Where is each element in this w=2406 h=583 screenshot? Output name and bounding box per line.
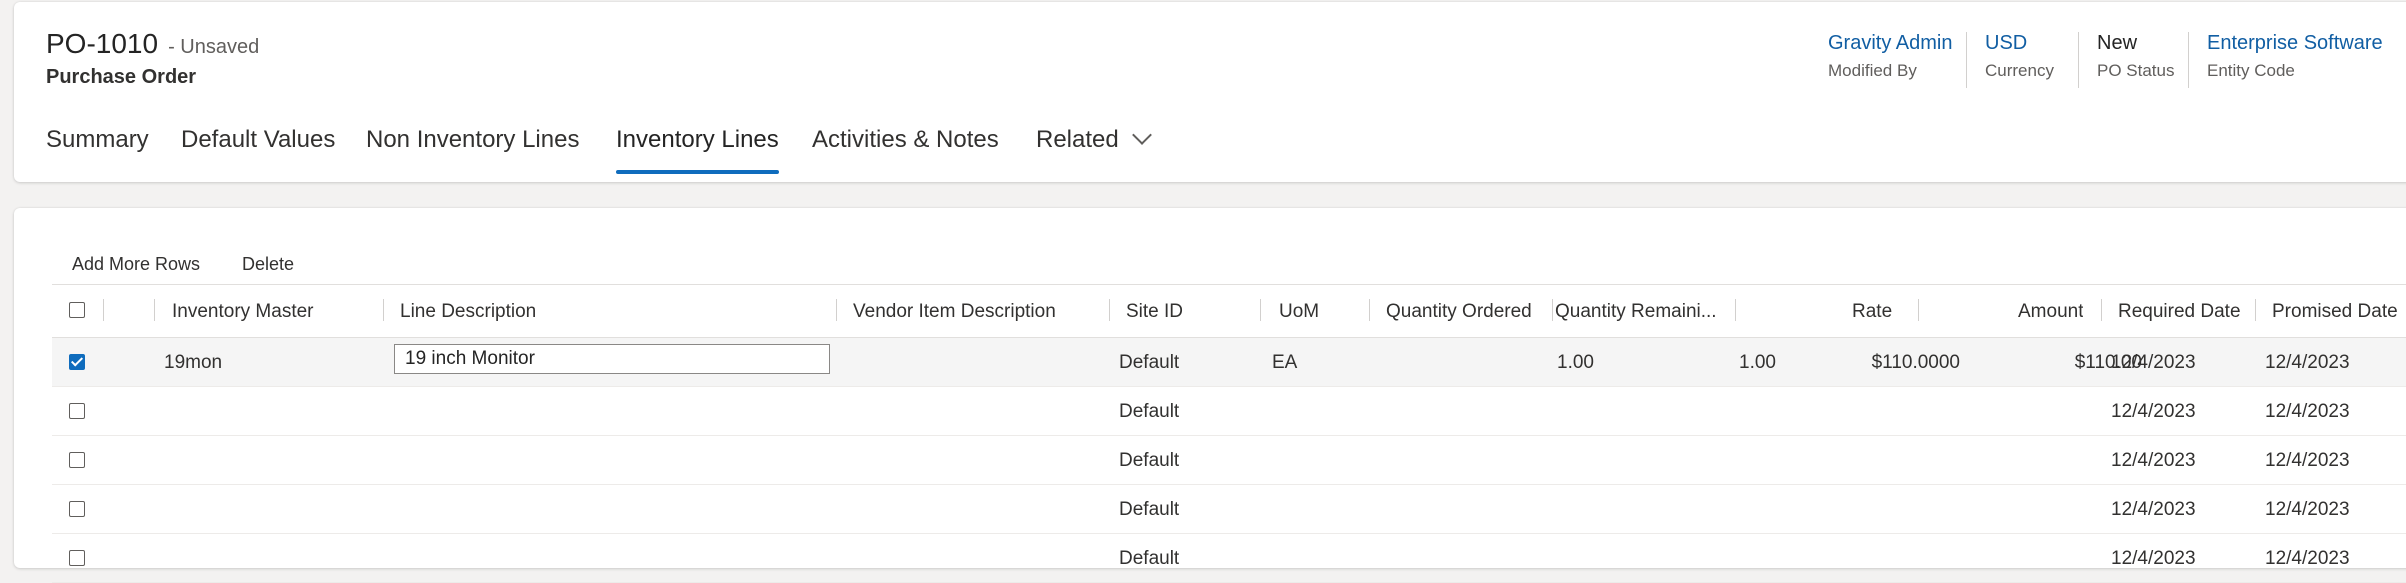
line-description-input[interactable]: 19 inch Monitor bbox=[394, 344, 830, 374]
quantity-ordered-cell[interactable]: 1.00 bbox=[1432, 352, 1594, 374]
tab-related-label: Related bbox=[1036, 126, 1119, 153]
row-checkbox[interactable] bbox=[69, 452, 85, 468]
inventory-lines-grid: Inventory Master Line Description Vendor… bbox=[52, 284, 2406, 583]
select-all-checkbox[interactable] bbox=[69, 302, 85, 318]
modified-by-value[interactable]: Gravity Admin bbox=[1828, 32, 1952, 55]
column-divider bbox=[1552, 299, 1553, 321]
promised-date-cell[interactable]: 12/4/2023 bbox=[2265, 352, 2350, 374]
column-divider bbox=[1735, 299, 1736, 321]
table-row[interactable]: Default 12/4/2023 12/4/2023 bbox=[52, 534, 2406, 583]
column-header-uom[interactable]: UoM bbox=[1279, 301, 1319, 323]
tab-summary[interactable]: Summary bbox=[46, 126, 149, 174]
site-id-cell[interactable]: Default bbox=[1119, 548, 1179, 570]
currency-value[interactable]: USD bbox=[1985, 32, 2054, 55]
column-divider bbox=[1918, 299, 1919, 321]
table-row[interactable]: Default 12/4/2023 12/4/2023 bbox=[52, 436, 2406, 485]
column-divider bbox=[2255, 299, 2256, 321]
record-title-row: PO-1010 - Unsaved bbox=[46, 28, 259, 60]
column-header-line-description[interactable]: Line Description bbox=[400, 301, 536, 323]
grid-header-row: Inventory Master Line Description Vendor… bbox=[52, 285, 2406, 338]
required-date-cell[interactable]: 12/4/2023 bbox=[2111, 548, 2196, 570]
table-row[interactable]: Default 12/4/2023 12/4/2023 bbox=[52, 485, 2406, 534]
rate-cell[interactable]: $110.0000 bbox=[1752, 352, 1960, 374]
row-checkbox[interactable] bbox=[69, 354, 85, 370]
entity-code-value[interactable]: Enterprise Software bbox=[2207, 32, 2383, 55]
required-date-cell[interactable]: 12/4/2023 bbox=[2111, 401, 2196, 423]
column-divider bbox=[1260, 299, 1261, 321]
site-id-cell[interactable]: Default bbox=[1119, 450, 1179, 472]
inventory-master-cell[interactable]: 19mon bbox=[164, 352, 222, 374]
column-header-rate[interactable]: Rate bbox=[1852, 301, 1892, 323]
site-id-cell[interactable]: Default bbox=[1119, 352, 1179, 374]
tab-default-values[interactable]: Default Values bbox=[181, 126, 335, 174]
tab-activities-notes[interactable]: Activities & Notes bbox=[812, 126, 999, 174]
promised-date-cell[interactable]: 12/4/2023 bbox=[2265, 401, 2350, 423]
po-status-value: New bbox=[2097, 32, 2138, 54]
promised-date-cell[interactable]: 12/4/2023 bbox=[2265, 450, 2350, 472]
modified-by-label: Modified By bbox=[1828, 61, 1917, 80]
column-divider bbox=[2101, 299, 2102, 321]
required-date-cell[interactable]: 12/4/2023 bbox=[2111, 499, 2196, 521]
column-header-promised-date[interactable]: Promised Date bbox=[2272, 301, 2398, 323]
po-status-label: PO Status bbox=[2097, 61, 2175, 80]
table-row[interactable]: 19mon 19 inch Monitor Default EA 1.00 1.… bbox=[52, 338, 2406, 387]
site-id-cell[interactable]: Default bbox=[1119, 499, 1179, 521]
column-header-amount[interactable]: Amount bbox=[2018, 301, 2083, 323]
promised-date-cell[interactable]: 12/4/2023 bbox=[2265, 499, 2350, 521]
chevron-down-icon bbox=[1131, 125, 1152, 145]
currency-field: USD Currency bbox=[1966, 32, 2054, 88]
column-divider bbox=[1369, 299, 1370, 321]
column-header-vendor-item-description[interactable]: Vendor Item Description bbox=[853, 301, 1056, 323]
modified-by-field: Gravity Admin Modified By bbox=[1810, 32, 1952, 88]
row-checkbox[interactable] bbox=[69, 501, 85, 517]
record-title: PO-1010 bbox=[46, 28, 159, 59]
column-divider bbox=[103, 299, 104, 321]
add-more-rows-button[interactable]: Add More Rows bbox=[72, 254, 200, 275]
column-divider bbox=[383, 299, 384, 321]
column-header-required-date[interactable]: Required Date bbox=[2118, 301, 2241, 323]
entity-code-field: Enterprise Software Entity Code bbox=[2188, 32, 2383, 88]
row-checkbox[interactable] bbox=[69, 403, 85, 419]
tab-related[interactable]: Related bbox=[1036, 125, 1152, 174]
column-header-site-id[interactable]: Site ID bbox=[1126, 301, 1183, 323]
required-date-cell[interactable]: 12/4/2023 bbox=[2111, 352, 2196, 374]
uom-cell[interactable]: EA bbox=[1272, 352, 1297, 374]
entity-type: Purchase Order bbox=[46, 66, 197, 88]
site-id-cell[interactable]: Default bbox=[1119, 401, 1179, 423]
required-date-cell[interactable]: 12/4/2023 bbox=[2111, 450, 2196, 472]
promised-date-cell[interactable]: 12/4/2023 bbox=[2265, 548, 2350, 570]
column-divider bbox=[154, 299, 155, 321]
table-row[interactable]: Default 12/4/2023 12/4/2023 bbox=[52, 387, 2406, 436]
tab-inventory-lines[interactable]: Inventory Lines bbox=[616, 126, 779, 174]
column-header-inventory-master[interactable]: Inventory Master bbox=[172, 301, 314, 323]
column-divider bbox=[1109, 299, 1110, 321]
entity-code-label: Entity Code bbox=[2207, 61, 2295, 80]
tab-non-inventory-lines[interactable]: Non Inventory Lines bbox=[366, 126, 579, 174]
save-status: - Unsaved bbox=[168, 36, 260, 58]
po-status-field: New PO Status bbox=[2078, 32, 2174, 88]
column-header-quantity-remaining[interactable]: Quantity Remaini... bbox=[1555, 301, 1731, 323]
row-checkbox[interactable] bbox=[69, 550, 85, 566]
column-divider bbox=[836, 299, 837, 321]
delete-button[interactable]: Delete bbox=[242, 254, 294, 275]
currency-label: Currency bbox=[1985, 61, 2054, 80]
